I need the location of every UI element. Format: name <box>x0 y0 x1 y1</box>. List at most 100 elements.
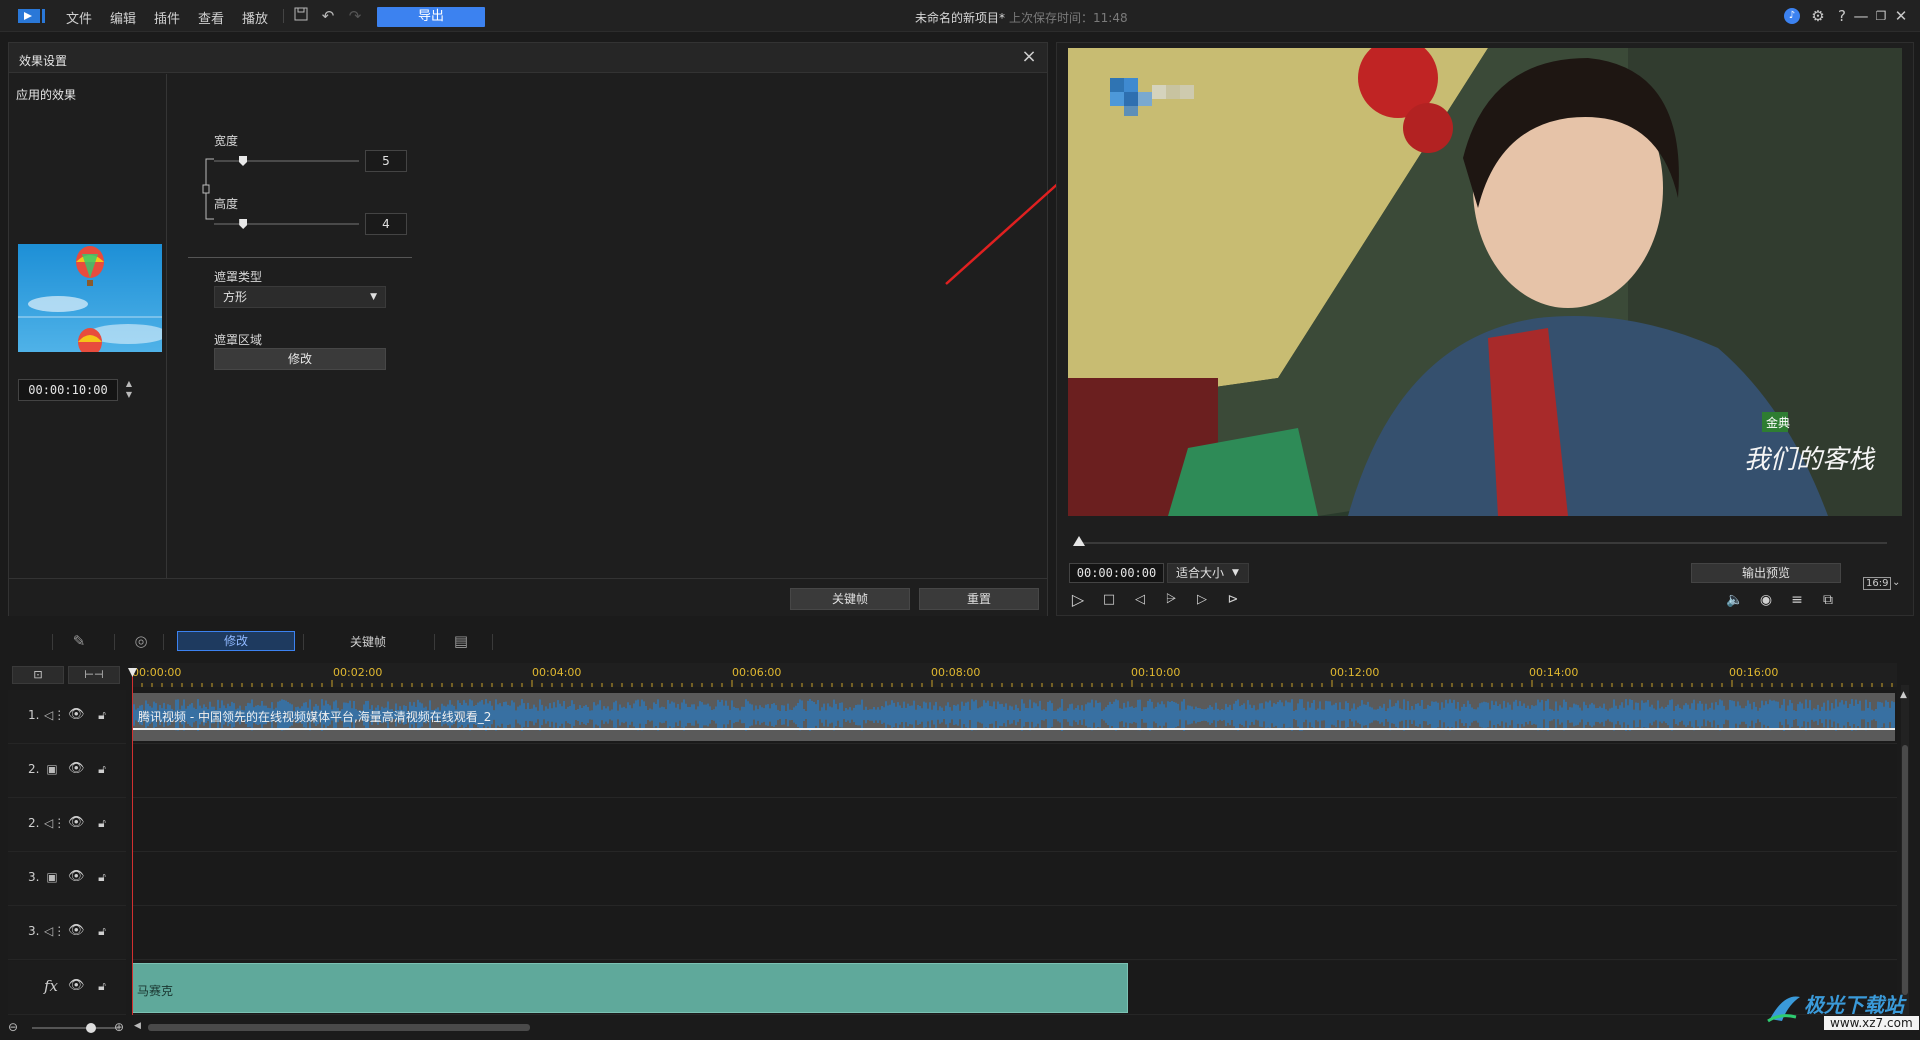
chevron-down-icon: ▼ <box>370 292 377 302</box>
subtitle-list-icon[interactable]: ▤ <box>450 630 472 652</box>
eye-icon[interactable]: 👁︎ <box>68 815 85 831</box>
scroll-up-icon[interactable]: ▲ <box>1900 690 1907 700</box>
menu-view[interactable]: 查看 <box>198 8 224 27</box>
restore-icon[interactable]: ❐ <box>1871 6 1891 26</box>
width-slider-track[interactable] <box>214 160 359 162</box>
width-value-field[interactable]: 5 <box>365 150 407 172</box>
audio-clip[interactable]: 腾讯视频 - 中国领先的在线视频媒体平台,海量高清视频在线观看_2 <box>132 693 1895 741</box>
fit-size-value: 适合大小 <box>1176 566 1225 580</box>
redo-icon[interactable]: ↷ <box>346 7 364 25</box>
fit-size-select[interactable]: 适合大小 ▼ <box>1167 563 1249 583</box>
preview-scrub-head[interactable] <box>1073 536 1085 546</box>
keyframe-button[interactable]: 关键帧 <box>790 588 910 610</box>
subtitle-icon[interactable]: ≡ <box>1786 589 1808 611</box>
preview-timecode: 00:00:00:00 <box>1069 563 1164 583</box>
ruler-tick-label: 00:06:00 <box>732 666 782 679</box>
project-title: 未命名的新项目* <box>915 11 1006 25</box>
close-window-icon[interactable]: ✕ <box>1891 6 1911 26</box>
lock-icon[interactable]: 🔓︎ <box>94 707 110 723</box>
preview-scrub-track[interactable] <box>1081 542 1887 544</box>
close-icon[interactable]: × <box>1019 47 1039 67</box>
pen-icon[interactable]: ✎ <box>68 630 90 652</box>
time-ruler[interactable]: 00:00:00 00:02:00 00:04:00 00:06:00 00:0… <box>132 663 1897 687</box>
effect-thumbnail[interactable] <box>18 244 162 352</box>
aspect-ratio-button[interactable]: 16:9 <box>1863 577 1892 590</box>
split-icon[interactable]: ⩥ <box>1160 589 1182 611</box>
preview-panel: 金典 我们的客栈 00:00:00:00 适合大小 ▼ 输出预览 16:9 ⌄ … <box>1056 42 1914 616</box>
mask-type-select[interactable]: 方形 ▼ <box>214 286 386 308</box>
menu-file[interactable]: 文件 <box>66 8 92 27</box>
track-lane[interactable] <box>132 744 1897 798</box>
zoom-slider[interactable] <box>32 1027 118 1029</box>
track-number: 2. <box>28 762 40 776</box>
notification-icon[interactable]: ♪ <box>1784 8 1800 24</box>
eye-icon[interactable]: 👁︎ <box>68 869 85 885</box>
height-value-field[interactable]: 4 <box>365 213 407 235</box>
menu-plugins[interactable]: 插件 <box>154 8 180 27</box>
mask-area-modify-button[interactable]: 修改 <box>214 348 386 370</box>
mask-area-label: 遮罩区域 <box>214 333 263 347</box>
height-slider-track[interactable] <box>214 223 359 225</box>
timeline-vertical-scroll-thumb[interactable] <box>1902 745 1908 995</box>
zoom-out-icon[interactable]: ⊖ <box>8 1020 18 1034</box>
effect-panel-footer: 关键帧 重置 <box>9 578 1047 616</box>
save-icon[interactable] <box>292 7 310 25</box>
lock-icon[interactable]: 🔓︎ <box>94 869 110 885</box>
ruler-tick-label: 00:14:00 <box>1529 666 1579 679</box>
effect-timecode-field[interactable]: 00:00:10:00 <box>18 379 118 401</box>
track-lane[interactable] <box>132 852 1897 906</box>
playhead[interactable] <box>132 670 133 1015</box>
lock-icon[interactable]: 🔓︎ <box>94 815 110 831</box>
fit-timeline-icon[interactable]: ⊡ <box>12 666 64 684</box>
divider <box>52 634 53 650</box>
lock-icon[interactable]: 🔓︎ <box>94 978 110 994</box>
fast-forward-icon[interactable]: ⊳ <box>1222 589 1244 611</box>
zoom-in-icon[interactable]: ⊕ <box>114 1020 124 1034</box>
play-icon[interactable]: ▷ <box>1067 589 1089 611</box>
previous-frame-icon[interactable]: ◁ <box>1129 589 1151 611</box>
track-lane[interactable] <box>132 798 1897 852</box>
zoom-timeline-icon[interactable]: ⊢⊣ <box>68 666 120 684</box>
audio-clip-label: 腾讯视频 - 中国领先的在线视频媒体平台,海量高清视频在线观看_2 <box>138 710 492 724</box>
timeline-horizontal-scroll-thumb[interactable] <box>148 1024 530 1031</box>
track-header: 2. ▣ 👁︎ 🔓︎ <box>8 744 126 798</box>
export-button[interactable]: 导出 <box>377 7 485 27</box>
track-lane[interactable] <box>132 906 1897 960</box>
eye-icon[interactable]: 👁︎ <box>68 707 85 723</box>
mosaic-effect-clip[interactable]: 马赛克 <box>132 963 1128 1013</box>
stop-icon[interactable]: □ <box>1098 589 1120 611</box>
chevron-down-icon[interactable]: ⌄ <box>1892 577 1900 588</box>
timeline-keyframe-button[interactable]: 关键帧 <box>350 633 386 650</box>
undo-icon[interactable]: ↶ <box>319 7 337 25</box>
track-lane[interactable]: 马赛克 <box>132 961 1897 1015</box>
zoom-slider-knob[interactable] <box>86 1023 96 1033</box>
track-number: 3. <box>28 870 40 884</box>
reset-button[interactable]: 重置 <box>919 588 1039 610</box>
next-frame-icon[interactable]: ▷ <box>1191 589 1213 611</box>
snapshot-camera-icon[interactable]: ◉ <box>1755 589 1777 611</box>
eye-icon[interactable]: 👁︎ <box>68 978 85 994</box>
track-lane[interactable]: 腾讯视频 - 中国领先的在线视频媒体平台,海量高清视频在线观看_2 <box>132 690 1897 744</box>
detach-preview-icon[interactable]: ⧉ <box>1817 589 1839 611</box>
lock-icon[interactable]: 🔓︎ <box>94 761 110 777</box>
app-logo-icon <box>18 9 45 23</box>
volume-icon[interactable]: 🔈 <box>1724 589 1746 611</box>
scroll-left-icon[interactable]: ◀ <box>134 1021 141 1031</box>
timecode-down-icon[interactable]: ▼ <box>121 390 137 400</box>
menu-play[interactable]: 播放 <box>242 8 268 27</box>
output-preview-button[interactable]: 输出预览 <box>1691 563 1841 583</box>
minimize-icon[interactable]: — <box>1851 6 1871 26</box>
menu-edit[interactable]: 编辑 <box>110 8 136 27</box>
timeline-modify-button[interactable]: 修改 <box>177 631 295 651</box>
eye-icon[interactable]: 👁︎ <box>68 923 85 939</box>
eye-icon[interactable]: 👁︎ <box>68 761 85 777</box>
audio-track-icon: ◁⋮ <box>44 924 66 938</box>
timecode-up-icon[interactable]: ▲ <box>121 379 137 389</box>
lock-icon[interactable]: 🔓︎ <box>94 923 110 939</box>
video-preview[interactable]: 金典 我们的客栈 <box>1068 48 1902 516</box>
height-slider-thumb[interactable] <box>239 219 248 229</box>
width-slider-thumb[interactable] <box>239 156 247 166</box>
dropdown-circle-icon[interactable]: ◎ <box>130 630 152 652</box>
settings-gear-icon[interactable]: ⚙ <box>1808 6 1828 26</box>
help-icon[interactable]: ? <box>1832 6 1852 26</box>
